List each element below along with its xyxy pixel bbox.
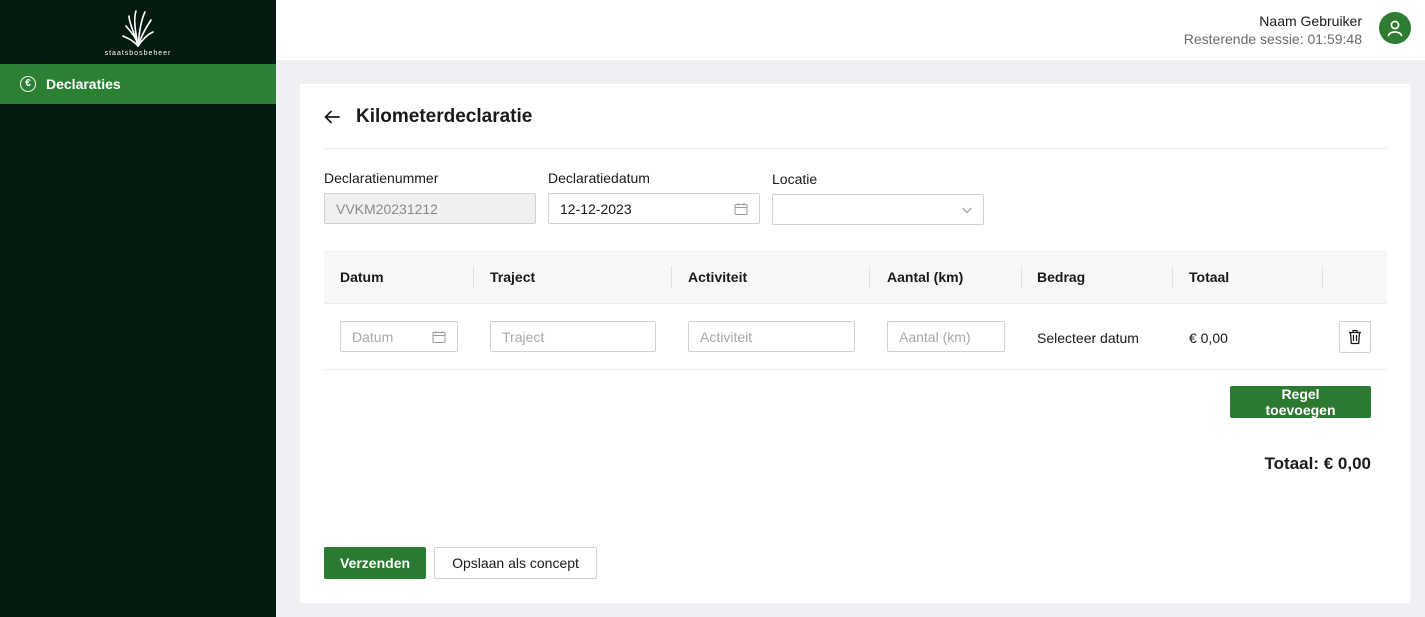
grand-total: Totaal: € 0,00	[1264, 454, 1371, 473]
sidebar: staatsbosbeheer € Declaraties	[0, 0, 276, 617]
card-header: Kilometerdeclaratie	[324, 106, 532, 128]
user-avatar[interactable]	[1379, 12, 1411, 44]
location-label: Locatie	[772, 171, 818, 187]
row-km-input[interactable]	[887, 321, 1005, 352]
row-total: € 0,00	[1189, 329, 1228, 346]
declaration-date-label: Declaratiedatum	[548, 170, 650, 186]
location-select[interactable]	[772, 194, 984, 225]
column-separator	[671, 266, 672, 288]
column-header-totaal: Totaal	[1189, 269, 1230, 285]
brand-logo[interactable]: staatsbosbeheer	[0, 0, 276, 64]
row-route-input[interactable]	[490, 321, 656, 352]
add-row-button[interactable]: Regel toevoegen	[1230, 386, 1371, 418]
column-header-activiteit: Activiteit	[688, 269, 748, 285]
submit-button[interactable]: Verzenden	[324, 547, 426, 579]
row-activity-input[interactable]	[688, 321, 855, 352]
save-draft-button[interactable]: Opslaan als concept	[434, 547, 597, 579]
column-separator	[1322, 266, 1323, 288]
column-header-datum: Datum	[340, 269, 384, 285]
header-divider	[324, 148, 1387, 149]
sidebar-item-label: Declaraties	[46, 76, 121, 92]
table-row: Selecteer datum € 0,00	[324, 305, 1387, 370]
delete-row-button[interactable]	[1339, 321, 1371, 353]
column-separator	[1021, 266, 1022, 288]
back-arrow-icon[interactable]	[324, 108, 342, 126]
row-amount: Selecteer datum	[1037, 329, 1139, 346]
session-timer: Resterende sessie: 01:59:48	[1183, 31, 1362, 47]
chevron-down-icon[interactable]	[960, 203, 974, 217]
trash-icon	[1349, 329, 1361, 345]
user-info: Naam Gebruiker Resterende sessie: 01:59:…	[1184, 13, 1362, 47]
declaration-number-input	[324, 193, 536, 224]
calendar-icon[interactable]	[432, 330, 446, 344]
table-header: Datum Traject Activiteit Aantal (km) Bed…	[324, 250, 1387, 304]
declaration-number-label: Declaratienummer	[324, 170, 439, 186]
tree-logo-icon	[122, 9, 154, 47]
top-bar: Naam Gebruiker Resterende sessie: 01:59:…	[276, 0, 1425, 60]
sidebar-item-declaraties[interactable]: € Declaraties	[0, 64, 276, 104]
user-icon	[1387, 20, 1403, 37]
column-header-bedrag: Bedrag	[1037, 269, 1086, 285]
column-header-aantal: Aantal (km)	[887, 269, 964, 285]
column-header-traject: Traject	[490, 269, 536, 285]
page-title: Kilometerdeclaratie	[356, 106, 533, 127]
calendar-icon[interactable]	[734, 202, 748, 216]
user-name: Naam Gebruiker	[1259, 13, 1362, 29]
column-separator	[473, 266, 474, 288]
column-separator	[869, 266, 870, 288]
column-separator	[1172, 266, 1173, 288]
declaration-card: Kilometerdeclaratie Declaratienummer Dec…	[300, 84, 1410, 603]
euro-icon: €	[20, 76, 36, 92]
brand-name: staatsbosbeheer	[104, 49, 172, 57]
declaration-date-input[interactable]	[548, 193, 760, 224]
